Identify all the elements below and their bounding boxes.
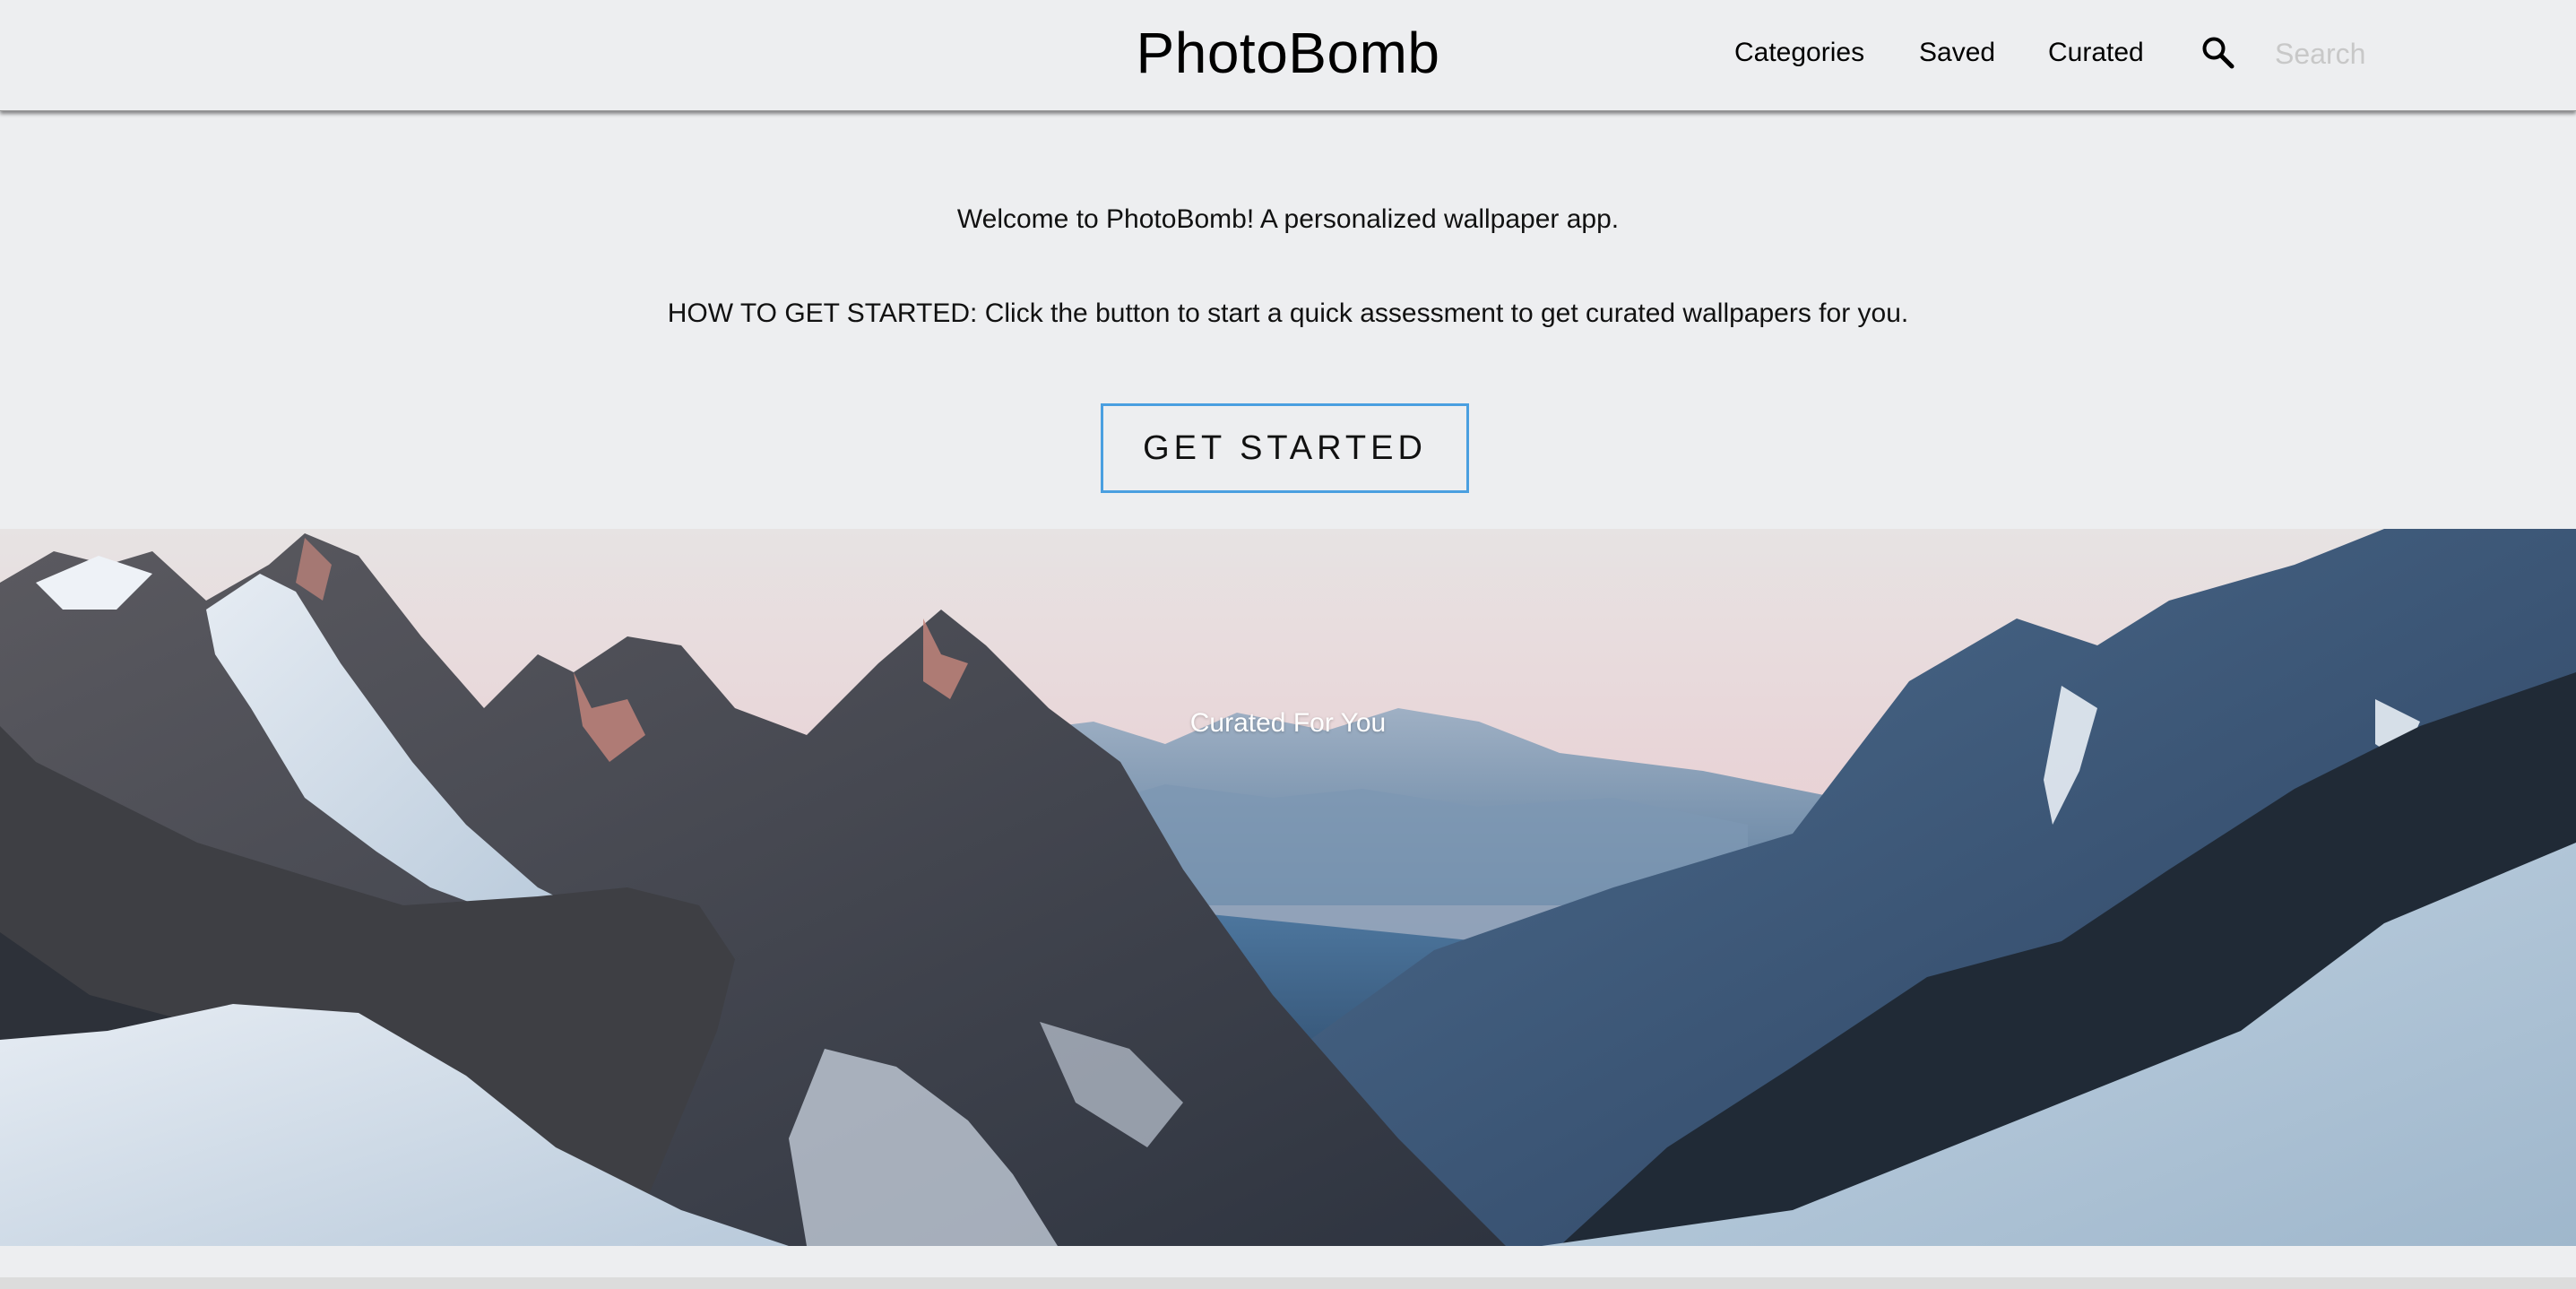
nav-curated[interactable]: Curated [2048,38,2144,68]
hero-caption: Curated For You [1189,708,1387,738]
top-navbar: PhotoBomb Categories Saved Curated [0,0,2576,111]
search-icon[interactable] [2200,35,2236,71]
footer-strip [0,1277,2576,1289]
nav-categories[interactable]: Categories [1734,38,1864,68]
brand-logo: PhotoBomb [1136,21,1440,85]
search-input[interactable] [2275,32,2553,75]
get-started-button[interactable]: GET STARTED [1101,403,1469,493]
hero-banner: Curated For You [0,529,2576,1246]
welcome-text: Welcome to PhotoBomb! A personalized wal… [956,204,1620,234]
mountain-landscape-image [0,529,2576,1246]
nav-saved[interactable]: Saved [1919,38,1995,68]
how-to-text: HOW TO GET STARTED: Click the button to … [667,298,1909,328]
